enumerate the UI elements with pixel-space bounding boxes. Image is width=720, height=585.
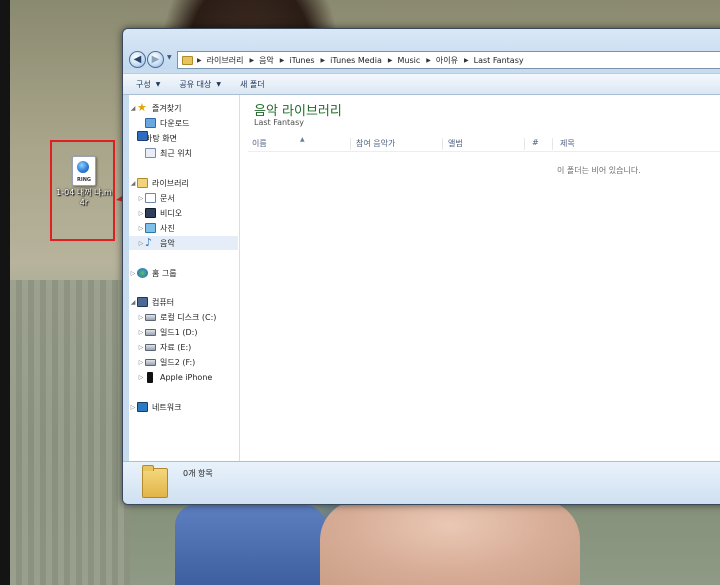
nav-item-pictures[interactable]: ▷ 사진: [137, 221, 175, 235]
collapse-arrow-icon: ◢: [130, 179, 136, 187]
expand-arrow-icon: ▷: [138, 358, 144, 366]
nav-item-iphone[interactable]: ▷ Apple iPhone: [137, 370, 212, 384]
address-bar-area: ◀ ▶ ▼ ▶ 라이브러리 ▶ 음악 ▶ iTunes ▶ iTunes Media ▶…: [123, 29, 720, 69]
back-button[interactable]: ◀: [129, 51, 146, 68]
chevron-down-icon: ▼: [155, 80, 161, 88]
expand-arrow-icon: ▷: [138, 373, 144, 381]
nav-item-drive-d[interactable]: ▷ 일드1 (D:): [137, 325, 198, 339]
share-with-button[interactable]: 공유 대상 ▼: [179, 79, 221, 90]
breadcrumb-item[interactable]: iTunes Media ▶: [330, 56, 397, 65]
network-icon: [137, 402, 148, 412]
column-header-artist[interactable]: 참여 음악가: [356, 138, 443, 150]
expand-arrow-icon: ▷: [130, 269, 136, 277]
breadcrumb-item[interactable]: 음악 ▶: [259, 55, 289, 66]
nav-item-videos[interactable]: ▷ 비디오: [137, 206, 182, 220]
homegroup-icon: [137, 268, 148, 278]
documents-icon: [145, 193, 156, 203]
library-title: 음악 라이브러리: [254, 104, 342, 119]
forward-button[interactable]: ▶: [147, 51, 164, 68]
navigation-pane: ◢ ★ 즐겨찾기 다운로드 바탕 화면 최근 위치 ◢ 라이브러리 ▷ 문서 ▷ 비디오 …: [129, 95, 240, 461]
nav-item-documents[interactable]: ▷ 문서: [137, 191, 175, 205]
chevron-down-icon: ▼: [216, 80, 221, 88]
recent-places-icon: [145, 148, 156, 158]
column-header-name[interactable]: 이름 ▲: [252, 136, 351, 150]
hard-drive-icon: [145, 358, 156, 366]
breadcrumb-root[interactable]: ▶: [197, 57, 207, 64]
library-icon: [137, 178, 148, 188]
downloads-folder-icon: [145, 118, 156, 128]
folder-icon: [182, 55, 193, 65]
library-subtitle: Last Fantasy: [254, 118, 304, 127]
column-header-album[interactable]: 앨범: [448, 138, 525, 150]
folder-icon: [142, 465, 168, 498]
expand-arrow-icon: ▷: [138, 239, 144, 247]
nav-item-desktop[interactable]: 바탕 화면: [137, 131, 177, 145]
empty-folder-message: 이 폴더는 비어 있습니다.: [557, 166, 641, 175]
column-header-row: 이름 ▲ 참여 음악가 앨범 # 제목: [248, 135, 720, 152]
expand-arrow-icon: ▷: [138, 209, 144, 217]
nav-item-drive-f[interactable]: ▷ 일드2 (F:): [137, 355, 196, 369]
pictures-icon: [145, 223, 156, 233]
file-list-pane[interactable]: 음악 라이브러리 Last Fantasy 이름 ▲ 참여 음악가 앨범 # 제…: [240, 95, 720, 461]
nav-item-favorites[interactable]: ◢ ★ 즐겨찾기: [129, 101, 182, 115]
expand-arrow-icon: ▷: [138, 328, 144, 336]
nav-item-drive-e[interactable]: ▷ 자료 (E:): [137, 340, 192, 354]
hard-drive-icon: [145, 343, 156, 351]
expand-arrow-icon: ▷: [138, 194, 144, 202]
breadcrumb-item[interactable]: iTunes ▶: [289, 56, 330, 65]
recent-pages-dropdown-icon[interactable]: ▼: [167, 54, 172, 61]
phone-icon: [147, 371, 153, 383]
computer-icon: [137, 297, 148, 307]
video-icon: [145, 208, 156, 218]
sort-ascending-icon: ▲: [300, 136, 305, 143]
expand-arrow-icon: ▷: [138, 313, 144, 321]
nav-item-recent[interactable]: 최근 위치: [137, 146, 192, 160]
expand-arrow-icon: ▷: [138, 224, 144, 232]
collapse-arrow-icon: ◢: [130, 298, 136, 306]
nav-item-music[interactable]: ▷ ♪ 음악: [129, 236, 238, 250]
nav-item-libraries[interactable]: ◢ 라이브러리: [129, 176, 189, 190]
column-header-track[interactable]: #: [532, 138, 553, 150]
new-folder-button[interactable]: 새 폴더: [240, 79, 265, 90]
nav-item-homegroup[interactable]: ▷ 홈 그룹: [129, 266, 177, 280]
item-count: 0개 항목: [183, 469, 213, 478]
details-pane: 0개 항목: [123, 461, 720, 504]
collapse-arrow-icon: ◢: [130, 104, 136, 112]
expand-arrow-icon: ▷: [138, 343, 144, 351]
organize-button[interactable]: 구성 ▼: [136, 79, 160, 90]
column-header-title[interactable]: 제목: [560, 138, 720, 150]
nav-item-network[interactable]: ▷ 네트워크: [129, 400, 181, 414]
nav-item-downloads[interactable]: 다운로드: [137, 116, 189, 130]
breadcrumb-item[interactable]: 아이유 ▶: [436, 55, 474, 66]
star-icon: ★: [137, 101, 147, 114]
desktop-icon: [137, 131, 148, 141]
breadcrumb-item[interactable]: Music ▶: [398, 56, 436, 65]
hard-drive-icon: [145, 328, 156, 336]
nav-item-drive-c[interactable]: ▷ 로컬 디스크 (C:): [137, 310, 217, 324]
music-note-icon: ♪: [145, 236, 153, 249]
explorer-window: ◀ ▶ ▼ ▶ 라이브러리 ▶ 음악 ▶ iTunes ▶ iTunes Media ▶…: [122, 28, 720, 505]
breadcrumb-item[interactable]: 라이브러리 ▶: [207, 55, 259, 66]
nav-item-computer[interactable]: ◢ 컴퓨터: [129, 295, 174, 309]
expand-arrow-icon: ▷: [130, 403, 136, 411]
command-bar: 구성 ▼ 공유 대상 ▼ 새 폴더: [123, 73, 720, 95]
breadcrumb-item[interactable]: Last Fantasy: [474, 56, 524, 65]
hard-drive-icon: [145, 313, 156, 321]
address-field[interactable]: ▶ 라이브러리 ▶ 음악 ▶ iTunes ▶ iTunes Media ▶ Music…: [177, 51, 720, 69]
